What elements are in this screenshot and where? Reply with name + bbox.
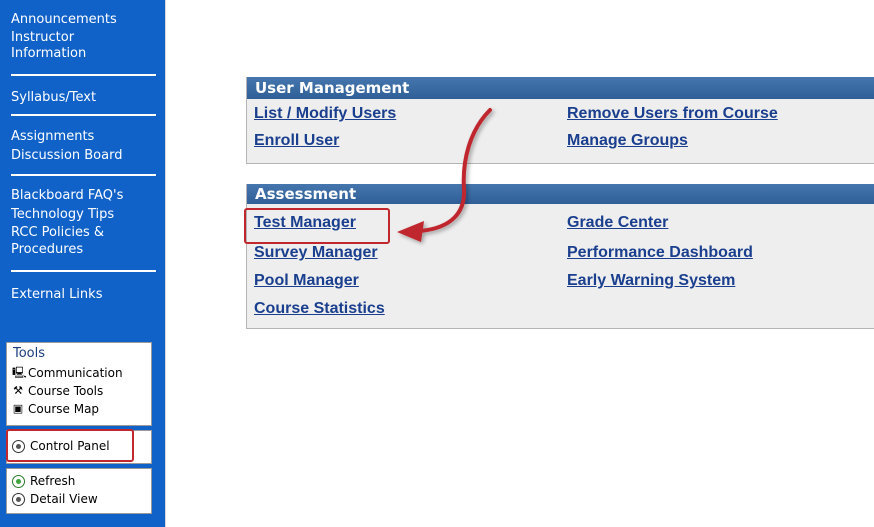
nav-group-help: Blackboard FAQ's Technology Tips RCC Pol… xyxy=(0,186,165,258)
tool-course-tools[interactable]: ⚒ Course Tools xyxy=(7,382,151,400)
nav-group-syllabus: Syllabus/Text xyxy=(0,88,165,107)
nav-link-discussion-board[interactable]: Discussion Board xyxy=(0,146,165,165)
view-options-box: Refresh Detail View xyxy=(6,468,152,514)
detail-view-icon xyxy=(12,492,25,506)
control-panel-highlight xyxy=(6,429,134,462)
survey-manager-link[interactable]: Survey Manager xyxy=(254,244,378,262)
sidebar-edge xyxy=(165,0,174,527)
performance-dashboard-link[interactable]: Performance Dashboard xyxy=(567,244,753,262)
manage-groups-link[interactable]: Manage Groups xyxy=(567,132,688,150)
nav-link-external-links[interactable]: External Links xyxy=(0,285,165,304)
tools-title: Tools xyxy=(13,346,46,361)
tool-communication-label: Communication xyxy=(28,366,123,380)
detail-view-button[interactable]: Detail View xyxy=(7,490,151,508)
nav-group-external: External Links xyxy=(0,285,165,304)
course-statistics-link[interactable]: Course Statistics xyxy=(254,300,385,318)
nav-divider xyxy=(11,74,156,76)
grade-center-link[interactable]: Grade Center xyxy=(567,214,668,232)
nav-link-rcc-policies[interactable]: RCC Policies & xyxy=(0,224,165,242)
nav-group-announcements: Announcements Instructor Information xyxy=(0,10,165,61)
refresh-button[interactable]: Refresh xyxy=(7,469,151,490)
nav-link-assignments[interactable]: Assignments xyxy=(0,127,165,146)
monitor-icon: 🖳 xyxy=(12,366,27,379)
pool-manager-link[interactable]: Pool Manager xyxy=(254,272,359,290)
detail-view-label: Detail View xyxy=(30,492,98,506)
early-warning-link[interactable]: Early Warning System xyxy=(567,272,735,290)
nav-group-assignments: Assignments Discussion Board xyxy=(0,127,165,165)
remove-users-link[interactable]: Remove Users from Course xyxy=(567,105,778,123)
assessment-panel: Assessment Test Manager Survey Manager P… xyxy=(246,184,874,329)
tools-icon: ⚒ xyxy=(13,384,23,397)
nav-link-instructor[interactable]: Instructor xyxy=(0,29,165,46)
nav-link-instructor-information[interactable]: Information xyxy=(0,46,165,61)
map-book-icon: ▣ xyxy=(12,402,24,415)
tool-communication[interactable]: 🖳 Communication xyxy=(7,364,151,382)
nav-link-blackboard-faq[interactable]: Blackboard FAQ's xyxy=(0,186,165,205)
assessment-header: Assessment xyxy=(247,184,874,204)
user-management-panel: User Management List / Modify Users Enro… xyxy=(246,77,874,164)
test-manager-highlight xyxy=(244,208,390,244)
refresh-icon xyxy=(12,474,25,488)
tool-course-tools-label: Course Tools xyxy=(28,384,104,398)
enroll-user-link[interactable]: Enroll User xyxy=(254,132,339,150)
nav-link-technology-tips[interactable]: Technology Tips xyxy=(0,205,165,224)
refresh-label: Refresh xyxy=(30,474,76,488)
nav-link-announcements[interactable]: Announcements xyxy=(0,10,165,29)
tools-box: Tools 🖳 Communication ⚒ Course Tools ▣ C… xyxy=(6,342,152,426)
tool-course-map-label: Course Map xyxy=(28,402,100,416)
nav-divider xyxy=(11,174,156,176)
nav-link-syllabus[interactable]: Syllabus/Text xyxy=(0,88,165,107)
course-menu-sidebar: Announcements Instructor Information Syl… xyxy=(0,0,165,527)
list-modify-users-link[interactable]: List / Modify Users xyxy=(254,105,396,123)
nav-divider xyxy=(11,270,156,272)
nav-link-procedures[interactable]: Procedures xyxy=(0,242,165,258)
user-management-header: User Management xyxy=(247,77,874,99)
nav-divider xyxy=(11,114,156,116)
tool-course-map[interactable]: ▣ Course Map xyxy=(7,400,151,418)
